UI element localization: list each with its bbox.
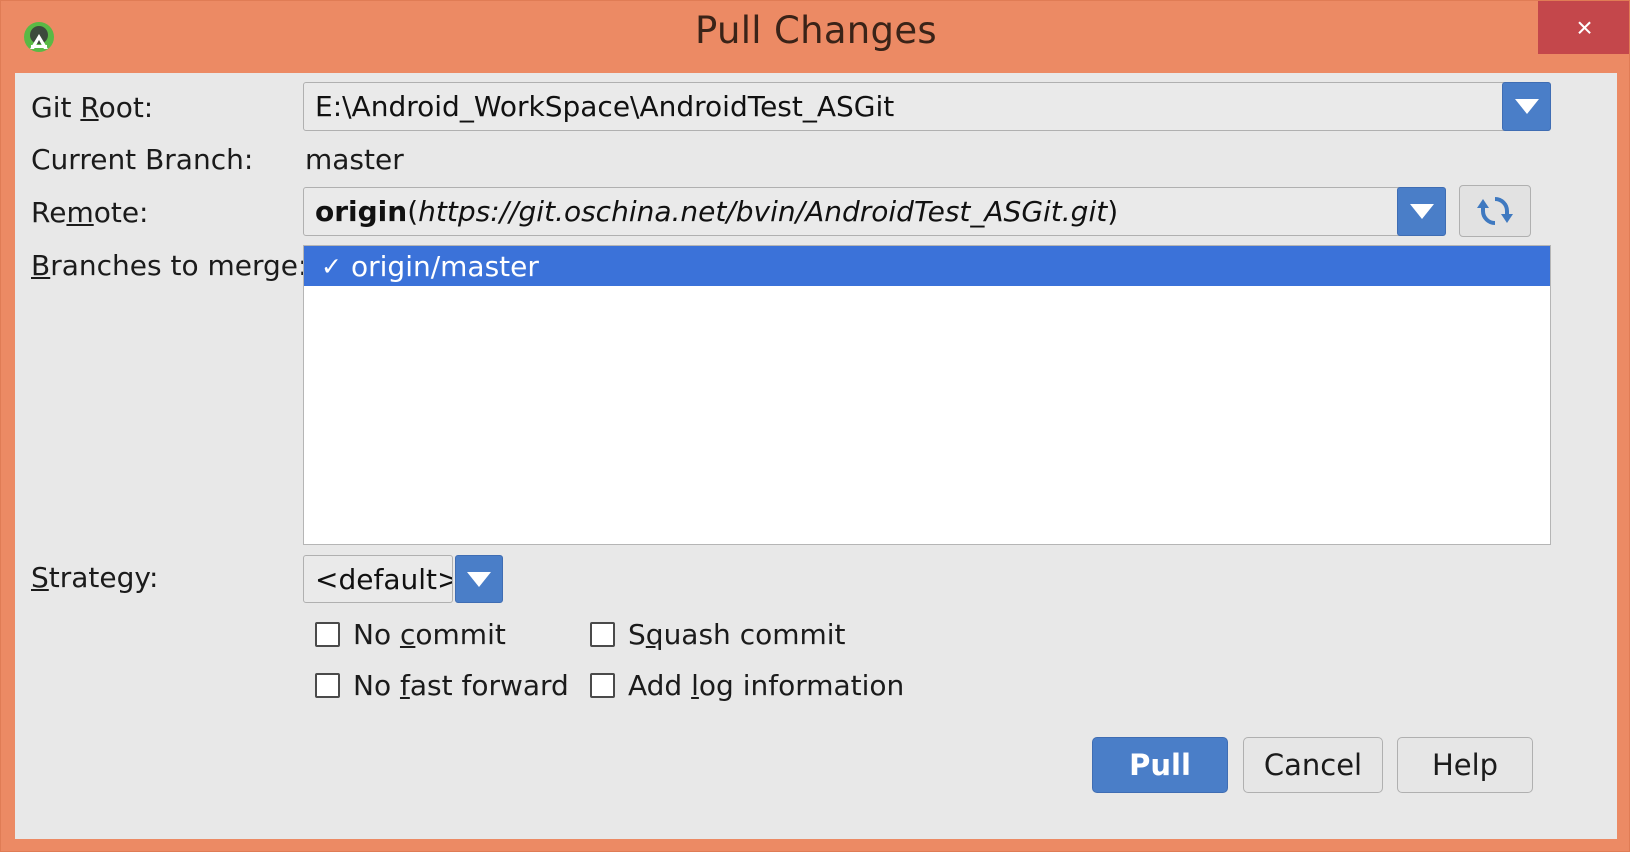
strategy-combobox[interactable]: <default> <box>303 555 453 603</box>
chevron-down-icon <box>1409 204 1434 219</box>
checkbox-label: No fast forward <box>353 669 569 702</box>
remote-dropdown-arrow[interactable] <box>1397 187 1446 236</box>
git-root-input[interactable]: E:\Android_WorkSpace\AndroidTest_ASGit <box>303 82 1551 131</box>
close-icon[interactable]: × <box>1538 1 1629 54</box>
checkmark-icon: ✓ <box>321 251 342 281</box>
refresh-icon <box>1477 197 1513 225</box>
remote-url: https://git.oschina.net/bvin/AndroidTest… <box>418 195 1108 228</box>
remote-paren-close: ) <box>1107 195 1119 228</box>
pull-changes-dialog: Pull Changes × Git Root: E:\Android_Work… <box>0 0 1630 852</box>
checkbox-no-commit[interactable]: No commit <box>315 618 506 651</box>
chevron-down-icon <box>467 571 491 587</box>
checkbox-label: Add log information <box>628 669 905 702</box>
checkbox-box[interactable] <box>590 673 615 698</box>
checkbox-no-fast-forward[interactable]: No fast forward <box>315 669 569 702</box>
checkbox-label: Squash commit <box>628 618 846 651</box>
checkbox-box[interactable] <box>315 622 340 647</box>
chevron-down-icon <box>1514 99 1539 114</box>
remote-combobox[interactable]: origin(https://git.oschina.net/bvin/Andr… <box>303 187 1403 236</box>
remote-name: origin <box>315 195 408 228</box>
help-button[interactable]: Help <box>1397 737 1533 793</box>
strategy-label: Strategy: <box>31 561 159 594</box>
remote-paren-open: ( <box>407 195 419 228</box>
current-branch-label: Current Branch: <box>31 143 254 176</box>
checkbox-label: No commit <box>353 618 506 651</box>
branches-to-merge-label: Branches to merge: <box>31 249 308 282</box>
title-bar[interactable]: Pull Changes × <box>1 1 1629 73</box>
git-root-dropdown-arrow[interactable] <box>1502 82 1551 131</box>
checkbox-box[interactable] <box>590 622 615 647</box>
dialog-content: Git Root: E:\Android_WorkSpace\AndroidTe… <box>15 73 1617 839</box>
branches-list[interactable]: ✓ origin/master <box>303 245 1551 545</box>
pull-button[interactable]: Pull <box>1092 737 1228 793</box>
remote-label: Remote: <box>31 196 149 229</box>
strategy-dropdown-arrow[interactable] <box>455 555 503 603</box>
checkbox-box[interactable] <box>315 673 340 698</box>
checkbox-add-log-information[interactable]: Add log information <box>590 669 904 702</box>
git-root-label: Git Root: <box>31 91 154 124</box>
refresh-remotes-button[interactable] <box>1459 185 1531 237</box>
cancel-button[interactable]: Cancel <box>1243 737 1383 793</box>
list-item[interactable]: ✓ origin/master <box>304 246 1550 286</box>
branch-name: origin/master <box>351 249 539 283</box>
checkbox-squash-commit[interactable]: Squash commit <box>590 618 846 651</box>
current-branch-value: master <box>305 143 404 176</box>
page-title: Pull Changes <box>695 9 937 52</box>
